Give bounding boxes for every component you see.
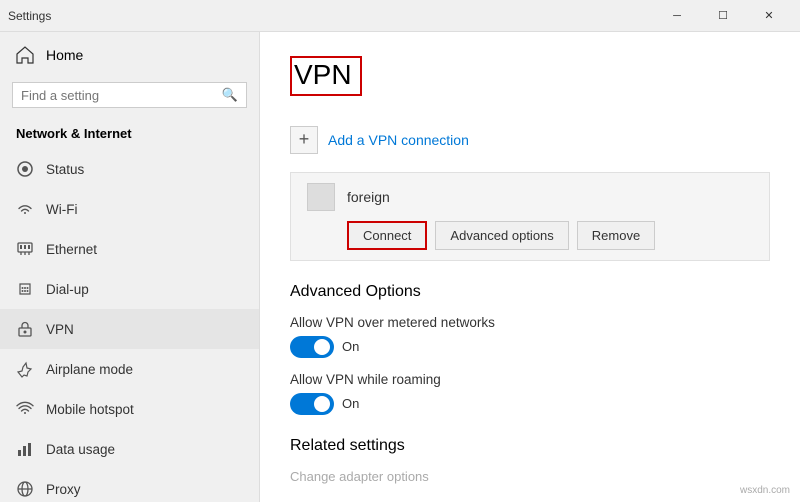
toggle-metered-state: On [342, 339, 359, 354]
vpn-item-icon [307, 183, 335, 211]
vpn-label: VPN [46, 322, 74, 337]
title-bar-controls: ─ ☐ ✕ [654, 0, 792, 32]
change-adapter-link[interactable]: Change adapter options [290, 469, 770, 484]
remove-button[interactable]: Remove [577, 221, 655, 250]
toggle-roaming-state: On [342, 396, 359, 411]
minimize-button[interactable]: ─ [654, 0, 700, 32]
airplane-icon [16, 360, 34, 378]
sidebar-item-wifi[interactable]: Wi-Fi [0, 189, 259, 229]
vpn-connection-item: foreign Connect Advanced options Remove [290, 172, 770, 261]
sidebar-item-airplane[interactable]: Airplane mode [0, 349, 259, 389]
title-bar: Settings ─ ☐ ✕ [0, 0, 800, 32]
add-icon: + [290, 126, 318, 154]
hotspot-label: Mobile hotspot [46, 402, 134, 417]
status-icon [16, 160, 34, 178]
ethernet-label: Ethernet [46, 242, 97, 257]
title-bar-text: Settings [8, 9, 654, 23]
dialup-icon [16, 280, 34, 298]
airplane-label: Airplane mode [46, 362, 133, 377]
search-input[interactable] [21, 88, 222, 103]
ethernet-icon [16, 240, 34, 258]
add-vpn-button[interactable]: + Add a VPN connection [290, 116, 770, 164]
sidebar-item-datausage[interactable]: Data usage [0, 429, 259, 469]
option-row-roaming: Allow VPN while roaming On [290, 372, 770, 415]
option-roaming-label: Allow VPN while roaming [290, 372, 770, 387]
proxy-icon [16, 480, 34, 498]
vpn-item-name-row: foreign [307, 183, 753, 211]
hotspot-icon [16, 400, 34, 418]
wifi-icon [16, 200, 34, 218]
sidebar-section-title: Network & Internet [0, 120, 259, 149]
toggle-metered[interactable] [290, 336, 334, 358]
option-row-metered: Allow VPN over metered networks On [290, 315, 770, 358]
toggle-roaming[interactable] [290, 393, 334, 415]
app-body: Home 🔍 Network & Internet Status [0, 32, 800, 502]
vpn-icon [16, 320, 34, 338]
vpn-buttons: Connect Advanced options Remove [347, 221, 753, 250]
close-button[interactable]: ✕ [746, 0, 792, 32]
proxy-label: Proxy [46, 482, 81, 497]
search-box: 🔍 [12, 82, 247, 108]
status-label: Status [46, 162, 84, 177]
main-content: VPN + Add a VPN connection foreign Conne… [260, 32, 800, 502]
sidebar-item-dialup[interactable]: Dial-up [0, 269, 259, 309]
sidebar-item-home[interactable]: Home [0, 32, 259, 78]
watermark: wsxdn.com [740, 485, 790, 496]
sidebar-item-ethernet[interactable]: Ethernet [0, 229, 259, 269]
home-icon [16, 46, 34, 64]
sidebar-item-vpn[interactable]: VPN [0, 309, 259, 349]
wifi-label: Wi-Fi [46, 202, 77, 217]
add-vpn-label: Add a VPN connection [328, 132, 469, 148]
datausage-label: Data usage [46, 442, 115, 457]
sidebar-item-hotspot[interactable]: Mobile hotspot [0, 389, 259, 429]
toggle-row-roaming: On [290, 393, 770, 415]
sidebar-item-proxy[interactable]: Proxy [0, 469, 259, 502]
page-title: VPN [290, 56, 362, 96]
connect-button[interactable]: Connect [347, 221, 427, 250]
advanced-section-title: Advanced Options [290, 283, 770, 301]
search-icon: 🔍 [222, 87, 238, 103]
sidebar: Home 🔍 Network & Internet Status [0, 32, 260, 502]
home-label: Home [46, 47, 83, 63]
maximize-button[interactable]: ☐ [700, 0, 746, 32]
dialup-label: Dial-up [46, 282, 89, 297]
advanced-options-button[interactable]: Advanced options [435, 221, 568, 250]
sidebar-item-status[interactable]: Status [0, 149, 259, 189]
toggle-row-metered: On [290, 336, 770, 358]
datausage-icon [16, 440, 34, 458]
related-section-title: Related settings [290, 437, 770, 455]
option-metered-label: Allow VPN over metered networks [290, 315, 770, 330]
vpn-connection-name: foreign [347, 189, 390, 205]
